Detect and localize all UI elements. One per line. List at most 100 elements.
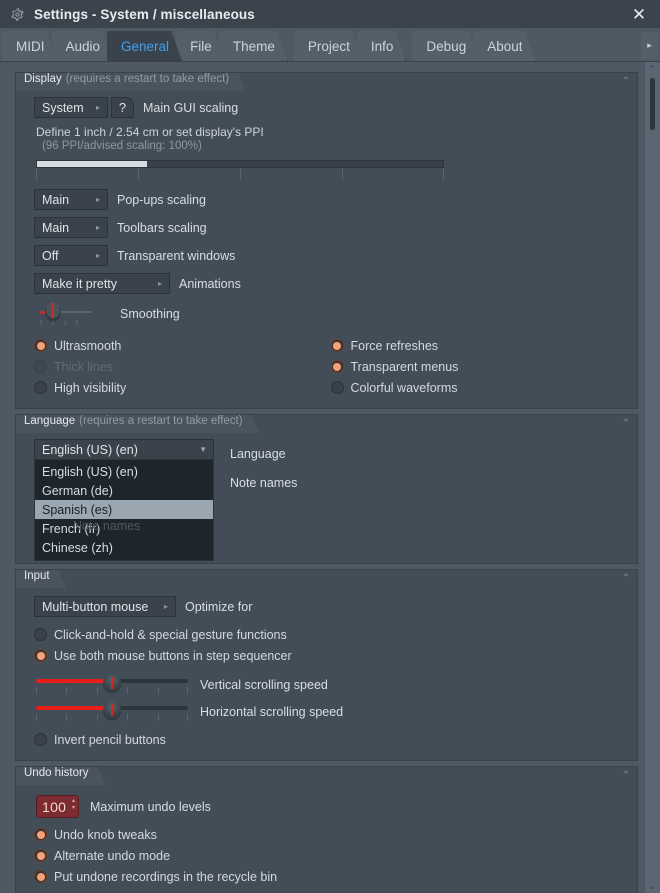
panel-input-collapse-icon[interactable]: ⌃ <box>622 573 630 584</box>
panel-display-collapse-icon[interactable]: ⌃ <box>622 76 630 87</box>
radio-ultrasmooth[interactable]: Ultrasmooth <box>34 335 331 356</box>
radio-alternate-undo-mode[interactable]: Alternate undo mode <box>34 845 627 866</box>
tab-midi[interactable]: MIDI <box>2 31 58 61</box>
radio-invert-pencil-buttons[interactable]: Invert pencil buttons <box>34 729 627 750</box>
horizontal-scrolling-speed-slider[interactable] <box>36 701 188 723</box>
tab-file[interactable]: File <box>176 31 225 61</box>
optimize-for-label: Optimize for <box>185 599 253 614</box>
radio-undo-knob-tweaks[interactable]: Undo knob tweaks <box>34 824 627 845</box>
radio-thick-lines: Thick lines <box>34 356 331 377</box>
vertical-scroll-label: Vertical scrolling speed <box>200 678 328 692</box>
toolbars-scaling-row: Main ▸ Toolbars scaling <box>34 217 627 238</box>
radio-both-mouse-buttons-label: Use both mouse buttons in step sequencer <box>54 648 292 663</box>
radio-put-undone-recordings[interactable]: Put undone recordings in the recycle bin <box>34 866 627 887</box>
max-undo-levels-spinner[interactable]: 100 ▴ ▾ <box>36 795 79 818</box>
radio-dot-icon <box>34 360 47 373</box>
smoothing-row: Smoothing <box>36 301 627 327</box>
radio-both-mouse-buttons[interactable]: Use both mouse buttons in step sequencer <box>34 645 627 666</box>
max-undo-levels-value: 100 <box>42 798 67 815</box>
optimize-for-row: Multi-button mouse ▸ Optimize for <box>34 596 627 617</box>
scrollbar-thumb[interactable] <box>650 78 655 130</box>
language-option-german[interactable]: German (de) <box>35 481 213 500</box>
transparent-windows-label: Transparent windows <box>117 248 236 263</box>
slider-thumb[interactable] <box>103 701 121 720</box>
vertical-scrolling-speed-slider[interactable] <box>36 674 188 696</box>
panel-input-title: Input <box>24 570 50 582</box>
vertical-scrollbar[interactable]: ⌃ ⌄ <box>645 62 660 893</box>
note-names-label: Note names <box>230 475 298 490</box>
transparent-windows-row: Off ▸ Transparent windows <box>34 245 627 266</box>
toolbars-scaling-combo[interactable]: Main ▸ <box>34 217 108 238</box>
radio-dot-icon <box>330 381 344 394</box>
vertical-scroll-row: Vertical scrolling speed <box>36 674 627 696</box>
panel-undo-header: Undo history ⌃ <box>16 767 637 785</box>
gui-scaling-help-button[interactable]: ? <box>111 97 134 118</box>
spinner-up-icon[interactable]: ▴ <box>72 798 75 805</box>
radio-force-refreshes[interactable]: Force refreshes <box>330 335 628 356</box>
radio-undo-knob-tweaks-label: Undo knob tweaks <box>54 827 157 842</box>
language-option-french[interactable]: French (fr) <box>35 519 213 538</box>
tab-info[interactable]: Info <box>357 31 407 61</box>
smoothing-knob[interactable] <box>36 301 100 327</box>
popups-scaling-combo[interactable]: Main ▸ <box>34 189 108 210</box>
radio-dot-icon <box>34 870 47 883</box>
panel-undo-collapse-icon[interactable]: ⌃ <box>622 770 630 781</box>
panel-display: Display (requires a restart to take effe… <box>15 72 638 409</box>
ppi-ruler-bar[interactable] <box>36 160 444 168</box>
spinner-down-icon[interactable]: ▾ <box>72 805 75 812</box>
gui-scaling-combo[interactable]: System ▸ <box>34 97 108 118</box>
settings-content: Display (requires a restart to take effe… <box>0 62 660 893</box>
animations-combo[interactable]: Make it pretty ▸ <box>34 273 170 294</box>
transparent-windows-combo[interactable]: Off ▸ <box>34 245 108 266</box>
panel-input: Input ⌃ Multi-button mouse ▸ Optimize fo… <box>15 569 638 761</box>
radio-click-and-hold[interactable]: Click-and-hold & special gesture functio… <box>34 624 627 645</box>
radio-dot-icon <box>34 849 47 862</box>
ppi-ruler-fill <box>37 161 147 167</box>
tab-general[interactable]: General <box>107 31 182 61</box>
language-selected-value: English (US) (en) <box>42 442 138 457</box>
radio-dot-icon <box>34 339 47 352</box>
horizontal-scroll-label: Horizontal scrolling speed <box>200 705 344 719</box>
chevron-right-icon: ▸ <box>163 602 168 611</box>
optimize-for-combo[interactable]: Multi-button mouse ▸ <box>34 596 176 617</box>
radio-ultrasmooth-label: Ultrasmooth <box>54 338 122 353</box>
panel-language: Language (requires a restart to take eff… <box>15 414 638 564</box>
scroll-down-icon[interactable]: ⌄ <box>645 879 660 893</box>
tab-audio[interactable]: Audio <box>52 31 114 61</box>
close-icon[interactable]: ✕ <box>622 0 656 28</box>
language-side-labels: Language Note names <box>230 439 297 497</box>
scrollbar-track[interactable] <box>645 76 660 879</box>
animations-value: Make it pretty <box>42 276 118 291</box>
panel-language-title: Language <box>24 415 76 427</box>
spinner-arrows-icon[interactable]: ▴ ▾ <box>72 798 75 812</box>
radio-dot-icon <box>34 733 47 746</box>
scroll-up-icon[interactable]: ⌃ <box>645 62 660 76</box>
radio-dot-icon <box>34 649 47 662</box>
language-option-spanish[interactable]: Spanish (es) <box>35 500 213 519</box>
radio-transparent-menus[interactable]: Transparent menus <box>330 356 628 377</box>
language-option-english[interactable]: English (US) (en) <box>35 462 213 481</box>
radio-put-undone-recordings-label: Put undone recordings in the recycle bin <box>54 869 278 884</box>
language-option-chinese[interactable]: Chinese (zh) <box>35 538 213 557</box>
tab-overflow-arrow-icon[interactable]: ▸ <box>641 32 658 59</box>
slider-fill <box>36 679 112 683</box>
ppi-ruler-slider[interactable] <box>36 160 444 180</box>
language-dropdown-area: English (US) (en) ▼ English (US) (en) Ge… <box>34 439 627 561</box>
radio-high-visibility[interactable]: High visibility <box>34 377 331 398</box>
gear-icon <box>11 7 24 21</box>
radio-dot-icon <box>330 339 344 352</box>
panel-language-collapse-icon[interactable]: ⌃ <box>622 418 630 429</box>
panel-input-header: Input ⌃ <box>16 570 637 588</box>
language-select[interactable]: English (US) (en) ▼ <box>34 439 214 460</box>
tab-about[interactable]: About <box>473 31 535 61</box>
language-option-list: English (US) (en) German (de) Spanish (e… <box>34 460 214 561</box>
radio-colorful-waveforms[interactable]: Colorful waveforms <box>330 377 628 398</box>
tab-project[interactable]: Project <box>294 31 363 61</box>
tab-theme[interactable]: Theme <box>219 31 288 61</box>
optimize-for-value: Multi-button mouse <box>42 599 149 614</box>
chevron-down-icon: ▼ <box>199 445 207 454</box>
ppi-hint: Define 1 inch / 2.54 cm or set display's… <box>36 125 264 139</box>
radio-invert-pencil-label: Invert pencil buttons <box>54 732 166 747</box>
tab-debug[interactable]: Debug <box>412 31 479 61</box>
slider-thumb[interactable] <box>103 674 121 693</box>
